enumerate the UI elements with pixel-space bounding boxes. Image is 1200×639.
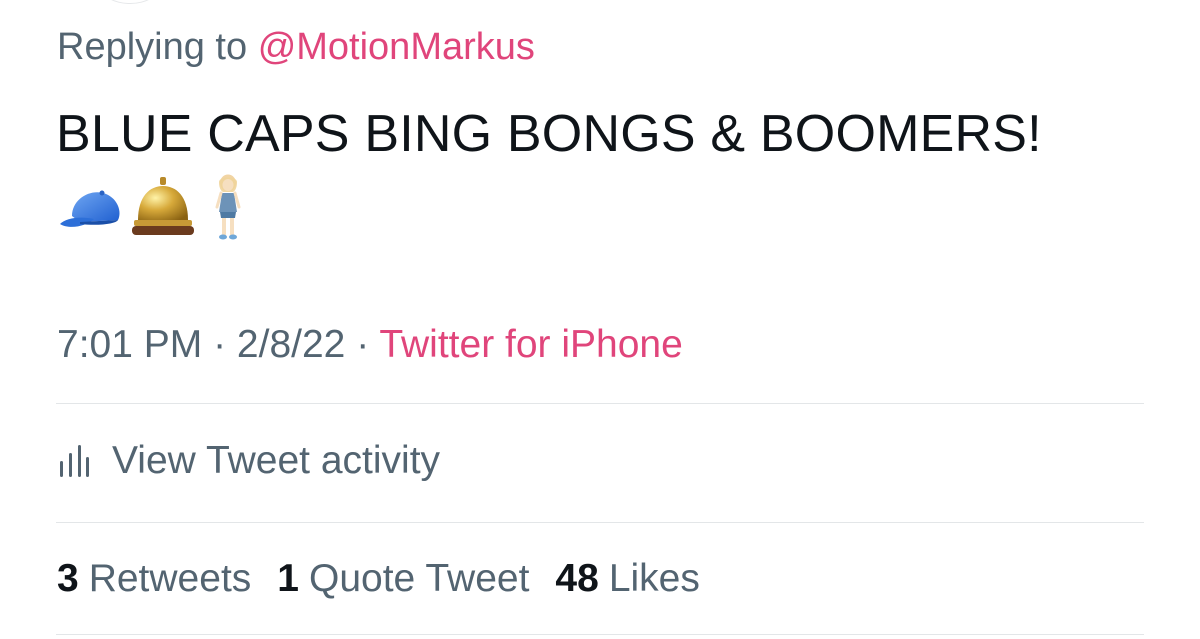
meta-separator: · xyxy=(202,323,237,366)
tweet-date[interactable]: 2/8/22 xyxy=(237,323,345,366)
retweets-stat[interactable]: 3 Retweets xyxy=(57,556,251,602)
tweet-meta: 7:01 PM · 2/8/22 · Twitter for iPhone xyxy=(57,322,683,368)
divider xyxy=(56,634,1144,635)
retweets-label: Retweets xyxy=(88,557,252,600)
retweets-count: 3 xyxy=(57,557,79,600)
quote-tweets-count: 1 xyxy=(277,557,299,600)
standing-woman-icon xyxy=(215,174,241,240)
avatar-edge xyxy=(100,0,160,4)
divider xyxy=(56,522,1144,523)
divider xyxy=(56,403,1144,404)
view-tweet-activity-label: View Tweet activity xyxy=(112,439,441,482)
tweet-text: BLUE CAPS BING BONGS & BOOMERS! xyxy=(56,105,1042,163)
likes-count: 48 xyxy=(555,557,599,600)
engagement-stats: 3 Retweets 1 Quote Tweet 48 Likes xyxy=(57,556,726,602)
view-tweet-activity-link[interactable]: View Tweet activity xyxy=(58,436,440,486)
likes-label: Likes xyxy=(608,557,700,600)
tweet-time[interactable]: 7:01 PM xyxy=(57,323,202,366)
bellhop-bell-icon xyxy=(132,177,194,235)
likes-stat[interactable]: 48 Likes xyxy=(555,556,699,602)
blue-cap-icon xyxy=(60,190,120,227)
replying-to-line: Replying to @MotionMarkus xyxy=(57,24,535,70)
replying-to-prefix: Replying to xyxy=(57,26,248,68)
reply-handle-link[interactable]: @MotionMarkus xyxy=(258,26,535,68)
analytics-bars-icon xyxy=(60,445,89,477)
meta-separator: · xyxy=(345,323,380,366)
tweet-source-link[interactable]: Twitter for iPhone xyxy=(379,323,682,366)
tweet-emojis xyxy=(58,174,278,244)
quote-tweets-label: Quote Tweet xyxy=(308,557,530,600)
quote-tweets-stat[interactable]: 1 Quote Tweet xyxy=(277,556,529,602)
